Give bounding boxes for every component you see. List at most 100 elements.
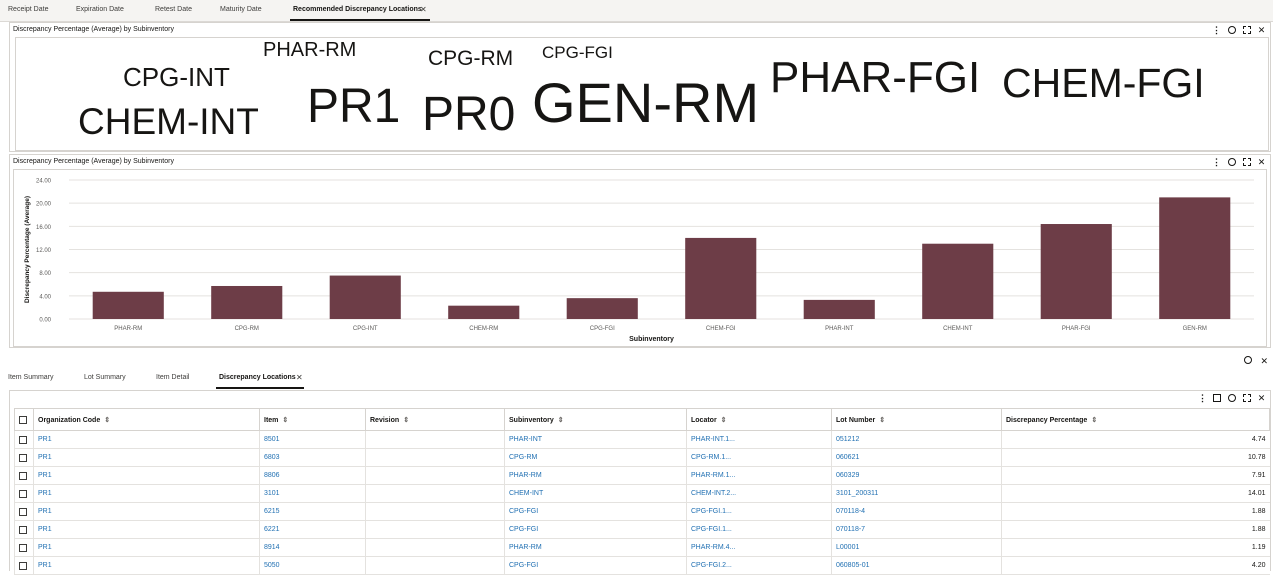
table-row[interactable]: PR1 6215 CPG-FGI CPG-FGI.1... 070118-4 1.88 bbox=[14, 502, 1270, 521]
cloud-word[interactable]: PR1 bbox=[307, 83, 400, 131]
close-icon[interactable]: ✕ bbox=[1257, 394, 1266, 404]
settings-icon[interactable] bbox=[1227, 26, 1236, 36]
cell-subinventory[interactable]: CPG-FGI bbox=[504, 502, 687, 521]
column-header-organization-code[interactable]: Organization Code ⇕ bbox=[33, 408, 260, 431]
cell-organization-code[interactable]: PR1 bbox=[33, 466, 260, 485]
sort-icon[interactable]: ⇕ bbox=[403, 417, 409, 424]
sort-icon[interactable]: ⇕ bbox=[104, 417, 110, 424]
cell-lot-number[interactable]: 051212 bbox=[831, 430, 1002, 449]
tab-maturity-date[interactable]: Maturity Date bbox=[220, 6, 262, 13]
cell-item[interactable]: 6803 bbox=[259, 448, 366, 467]
table-row[interactable]: PR1 3101 CHEM-INT CHEM-INT.2... 3101_200311 1… bbox=[14, 484, 1270, 503]
sort-icon[interactable]: ⇕ bbox=[558, 417, 564, 424]
table-row[interactable]: PR1 8501 PHAR-INT PHAR-INT.1... 051212 4.74 bbox=[14, 430, 1270, 449]
cell-item[interactable]: 3101 bbox=[259, 484, 366, 503]
row-checkbox[interactable] bbox=[14, 484, 34, 503]
select-all-checkbox[interactable] bbox=[14, 408, 34, 431]
column-header-lot-number[interactable]: Lot Number ⇕ bbox=[831, 408, 1002, 431]
table-row[interactable]: PR1 6221 CPG-FGI CPG-FGI.1... 070118-7 1.88 bbox=[14, 520, 1270, 539]
more-options-icon[interactable]: ⋮ bbox=[1212, 26, 1221, 36]
settings-icon[interactable] bbox=[1227, 158, 1236, 168]
cell-organization-code[interactable]: PR1 bbox=[33, 502, 260, 521]
row-checkbox[interactable] bbox=[14, 556, 34, 575]
cell-item[interactable]: 8914 bbox=[259, 538, 366, 557]
cell-subinventory[interactable]: PHAR-RM bbox=[504, 466, 687, 485]
expand-icon[interactable] bbox=[1242, 26, 1251, 36]
column-header-discrepancy-percentage[interactable]: Discrepancy Percentage ⇕ bbox=[1001, 408, 1270, 431]
cell-locator[interactable]: CHEM-INT.2... bbox=[686, 484, 832, 503]
tab-item-detail[interactable]: Item Detail bbox=[156, 374, 189, 381]
cloud-word[interactable]: GEN-RM bbox=[532, 75, 759, 131]
cloud-word[interactable]: CHEM-FGI bbox=[1002, 63, 1205, 104]
tab-expiration-date[interactable]: Expiration Date bbox=[76, 6, 124, 13]
close-icon[interactable]: ✕ bbox=[1257, 26, 1266, 36]
cell-subinventory[interactable]: CPG-RM bbox=[504, 448, 687, 467]
tab-discrepancy-locations[interactable]: Discrepancy Locations bbox=[219, 374, 296, 381]
cell-item[interactable]: 8501 bbox=[259, 430, 366, 449]
cell-locator[interactable]: CPG-FGI.2... bbox=[686, 556, 832, 575]
more-options-icon[interactable]: ⋮ bbox=[1198, 394, 1207, 404]
cell-item[interactable]: 6221 bbox=[259, 520, 366, 539]
bar[interactable] bbox=[1159, 197, 1231, 319]
row-checkbox[interactable] bbox=[14, 538, 34, 557]
tab-lot-summary[interactable]: Lot Summary bbox=[84, 374, 126, 381]
close-icon[interactable]: ✕ bbox=[1260, 356, 1268, 366]
column-header-item[interactable]: Item ⇕ bbox=[259, 408, 366, 431]
tab-retest-date[interactable]: Retest Date bbox=[155, 6, 192, 13]
bar[interactable] bbox=[92, 291, 164, 319]
cell-subinventory[interactable]: PHAR-INT bbox=[504, 430, 687, 449]
bar[interactable] bbox=[1040, 224, 1112, 319]
sort-icon[interactable]: ⇕ bbox=[1091, 417, 1097, 424]
cell-subinventory[interactable]: CPG-FGI bbox=[504, 556, 687, 575]
sort-icon[interactable]: ⇕ bbox=[879, 417, 885, 424]
expand-icon[interactable] bbox=[1242, 394, 1251, 404]
column-header-subinventory[interactable]: Subinventory ⇕ bbox=[504, 408, 687, 431]
cloud-word[interactable]: PHAR-RM bbox=[263, 40, 356, 60]
close-icon[interactable]: ✕ bbox=[1257, 158, 1266, 168]
close-icon[interactable]: ✕ bbox=[296, 373, 303, 382]
close-icon[interactable]: ✕ bbox=[420, 5, 427, 14]
settings-icon[interactable] bbox=[1227, 394, 1236, 404]
table-row[interactable]: PR1 5050 CPG-FGI CPG-FGI.2... 060805-01 4.20 bbox=[14, 556, 1270, 575]
cell-lot-number[interactable]: 060805-01 bbox=[831, 556, 1002, 575]
cell-organization-code[interactable]: PR1 bbox=[33, 484, 260, 503]
cloud-word[interactable]: PR0 bbox=[422, 91, 515, 139]
bar[interactable] bbox=[803, 299, 875, 319]
cell-organization-code[interactable]: PR1 bbox=[33, 538, 260, 557]
more-options-icon[interactable]: ⋮ bbox=[1212, 158, 1221, 168]
cloud-word[interactable]: CHEM-INT bbox=[78, 103, 259, 140]
sort-icon[interactable]: ⇕ bbox=[721, 417, 727, 424]
cell-locator[interactable]: PHAR-RM.1... bbox=[686, 466, 832, 485]
row-checkbox[interactable] bbox=[14, 430, 34, 449]
cell-subinventory[interactable]: CHEM-INT bbox=[504, 484, 687, 503]
cell-organization-code[interactable]: PR1 bbox=[33, 520, 260, 539]
bar[interactable] bbox=[922, 243, 994, 319]
cell-locator[interactable]: PHAR-RM.4... bbox=[686, 538, 832, 557]
cell-lot-number[interactable]: 070118-4 bbox=[831, 502, 1002, 521]
cell-locator[interactable]: CPG-RM.1... bbox=[686, 448, 832, 467]
bar[interactable] bbox=[566, 298, 638, 319]
expand-icon[interactable] bbox=[1242, 158, 1251, 168]
cell-organization-code[interactable]: PR1 bbox=[33, 556, 260, 575]
cell-lot-number[interactable]: L00001 bbox=[831, 538, 1002, 557]
row-checkbox[interactable] bbox=[14, 466, 34, 485]
cell-locator[interactable]: PHAR-INT.1... bbox=[686, 430, 832, 449]
column-header-revision[interactable]: Revision ⇕ bbox=[365, 408, 505, 431]
cell-locator[interactable]: CPG-FGI.1... bbox=[686, 520, 832, 539]
row-checkbox[interactable] bbox=[14, 502, 34, 521]
tab-item-summary[interactable]: Item Summary bbox=[8, 374, 54, 381]
cell-subinventory[interactable]: CPG-FGI bbox=[504, 520, 687, 539]
cloud-word[interactable]: CPG-FGI bbox=[542, 44, 613, 61]
cell-item[interactable]: 5050 bbox=[259, 556, 366, 575]
cloud-word[interactable]: CPG-INT bbox=[123, 64, 230, 90]
cloud-word[interactable]: CPG-RM bbox=[428, 48, 513, 69]
row-checkbox[interactable] bbox=[14, 520, 34, 539]
cell-item[interactable]: 6215 bbox=[259, 502, 366, 521]
columns-icon[interactable] bbox=[1213, 394, 1221, 402]
cell-lot-number[interactable]: 060329 bbox=[831, 466, 1002, 485]
table-row[interactable]: PR1 8914 PHAR-RM PHAR-RM.4... L00001 1.19 bbox=[14, 538, 1270, 557]
cell-lot-number[interactable]: 3101_200311 bbox=[831, 484, 1002, 503]
bar[interactable] bbox=[448, 305, 520, 319]
bar[interactable] bbox=[211, 285, 283, 319]
row-checkbox[interactable] bbox=[14, 448, 34, 467]
